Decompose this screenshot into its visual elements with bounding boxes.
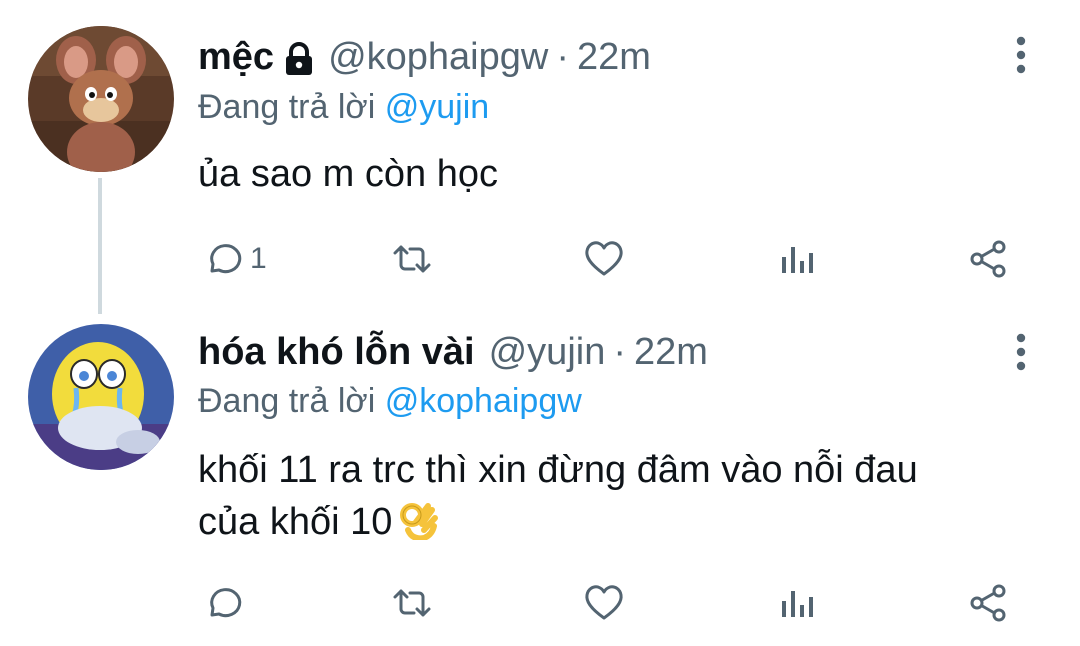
tweet-header: hóa khó lỗn vài @yujin · 22m	[198, 328, 708, 376]
ok-hand-emoji	[398, 500, 439, 542]
reply-button[interactable]	[200, 578, 244, 628]
tweet-text-line: khối 11 ra trc thì xin đừng đâm vào nỗi …	[198, 449, 918, 491]
tweet-text-line-2: của khối 10	[198, 496, 1038, 548]
analytics-icon	[782, 591, 813, 617]
more-vertical-icon	[1016, 333, 1026, 371]
analytics-icon	[782, 247, 813, 273]
heart-icon	[585, 585, 623, 620]
replying-to: Đang trả lời @kophaipgw	[198, 382, 582, 421]
timestamp[interactable]: 22m	[577, 36, 651, 79]
more-options-button[interactable]	[1004, 330, 1038, 374]
action-bar: 1	[0, 234, 1080, 284]
username-handle[interactable]: @yujin	[489, 331, 606, 374]
tweet-text: khối 11 ra trc thì xin đừng đâm vào nỗi …	[198, 444, 1038, 548]
action-bar	[0, 578, 1080, 628]
reply-count: 1	[250, 242, 267, 275]
tweet-text-line: ủa sao m còn học	[198, 153, 498, 195]
separator-dot: ·	[613, 330, 626, 373]
analytics-button[interactable]	[776, 234, 820, 284]
avatar[interactable]	[28, 324, 174, 470]
reply-icon	[210, 588, 242, 618]
timestamp[interactable]: 22m	[634, 331, 708, 374]
username-handle[interactable]: @kophaipgw	[328, 36, 548, 79]
like-button[interactable]	[582, 578, 626, 628]
display-name[interactable]: hóa khó lỗn vài	[198, 331, 475, 374]
display-name[interactable]: mệc	[198, 36, 274, 79]
lock-icon	[284, 42, 314, 76]
tweet-text-line: của khối 10	[198, 501, 393, 543]
separator-dot: ·	[556, 35, 569, 78]
tweet-text: ủa sao m còn học	[198, 148, 1038, 200]
analytics-button[interactable]	[776, 578, 820, 628]
more-options-button[interactable]	[1004, 33, 1038, 77]
retweet-icon	[393, 245, 431, 273]
replying-to: Đang trả lời @yujin	[198, 88, 489, 127]
retweet-button[interactable]	[390, 578, 434, 628]
tweet-header: mệc @kophaipgw · 22m	[198, 33, 651, 81]
more-vertical-icon	[1016, 36, 1026, 74]
retweet-icon	[393, 589, 431, 617]
replying-prefix: Đang trả lời	[198, 382, 376, 420]
avatar[interactable]	[28, 26, 174, 172]
replying-mention-link[interactable]: @kophaipgw	[385, 382, 582, 420]
reply-icon	[210, 244, 242, 274]
share-button[interactable]	[966, 234, 1010, 284]
reply-button[interactable]: 1	[200, 234, 267, 284]
heart-icon	[585, 241, 623, 276]
share-button[interactable]	[966, 578, 1010, 628]
retweet-button[interactable]	[390, 234, 434, 284]
like-button[interactable]	[582, 234, 626, 284]
replying-prefix: Đang trả lời	[198, 88, 376, 126]
share-icon	[970, 240, 1006, 278]
share-icon	[970, 584, 1006, 622]
replying-mention-link[interactable]: @yujin	[385, 88, 489, 126]
